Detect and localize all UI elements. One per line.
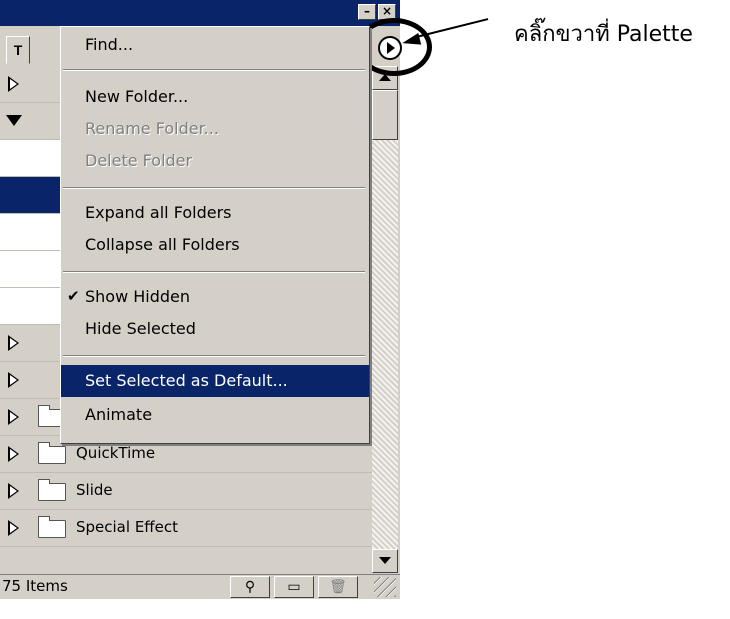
folder-icon	[38, 516, 66, 538]
folder-label: Slide	[76, 481, 113, 499]
folder-label: QuickTime	[76, 444, 156, 462]
menu-separator	[63, 271, 365, 273]
expand-arrow-icon[interactable]	[8, 409, 19, 425]
check-icon: ✔	[67, 287, 80, 305]
annotation-label: คลิ๊กขวาที่ Palette	[514, 22, 693, 47]
annotation-line	[416, 18, 489, 38]
expand-arrow-icon[interactable]	[8, 446, 19, 462]
menu-item-collapse-all[interactable]: Collapse all Folders	[61, 229, 369, 261]
folder-icon	[38, 479, 66, 501]
status-bar: 75 Items ⚲ ▭ 🗑	[0, 574, 400, 599]
scroll-thumb[interactable]	[372, 90, 398, 140]
menu-item-delete-folder: Delete Folder	[85, 151, 193, 170]
expand-arrow-icon[interactable]	[8, 520, 19, 536]
menu-separator	[63, 355, 365, 357]
vertical-scrollbar[interactable]	[372, 66, 398, 573]
palette-tab[interactable]: T	[6, 36, 30, 64]
expand-arrow-icon[interactable]	[8, 372, 19, 388]
menu-item-rename-folder: Rename Folder...	[85, 119, 219, 138]
binoculars-icon[interactable]: ⚲	[230, 576, 270, 598]
expand-arrow-icon[interactable]	[8, 335, 19, 351]
new-folder-icon[interactable]: ▭	[274, 576, 314, 598]
scroll-down-icon[interactable]	[372, 549, 398, 573]
menu-item-find[interactable]: Find...	[61, 29, 369, 61]
list-item[interactable]: Special Effect	[0, 510, 372, 547]
menu-item-animate[interactable]: Animate	[61, 399, 369, 431]
menu-item-expand-all[interactable]: Expand all Folders	[61, 197, 369, 229]
folder-label: Special Effect	[76, 518, 178, 536]
menu-item-set-default[interactable]: Set Selected as Default...	[61, 365, 369, 397]
expand-arrow-icon[interactable]	[8, 483, 19, 499]
menu-item-hide-selected[interactable]: Hide Selected	[61, 313, 369, 345]
collapse-arrow-icon[interactable]	[6, 115, 22, 126]
item-count: 75 Items	[2, 577, 68, 595]
menu-separator	[63, 187, 365, 189]
context-menu: Find... New Folder... Rename Folder... D…	[60, 26, 370, 444]
menu-item-show-hidden[interactable]: ✔ Show Hidden	[61, 281, 369, 313]
palette-titlebar[interactable]: – ×	[0, 0, 400, 26]
minimize-icon[interactable]: –	[358, 4, 376, 20]
expand-arrow-icon[interactable]	[8, 76, 19, 92]
resize-grip[interactable]	[374, 577, 396, 597]
folder-icon	[38, 442, 66, 464]
menu-item-new-folder[interactable]: New Folder...	[61, 81, 369, 113]
menu-separator	[63, 69, 365, 71]
list-item[interactable]: Slide	[0, 473, 372, 510]
trash-icon[interactable]: 🗑	[318, 576, 358, 598]
